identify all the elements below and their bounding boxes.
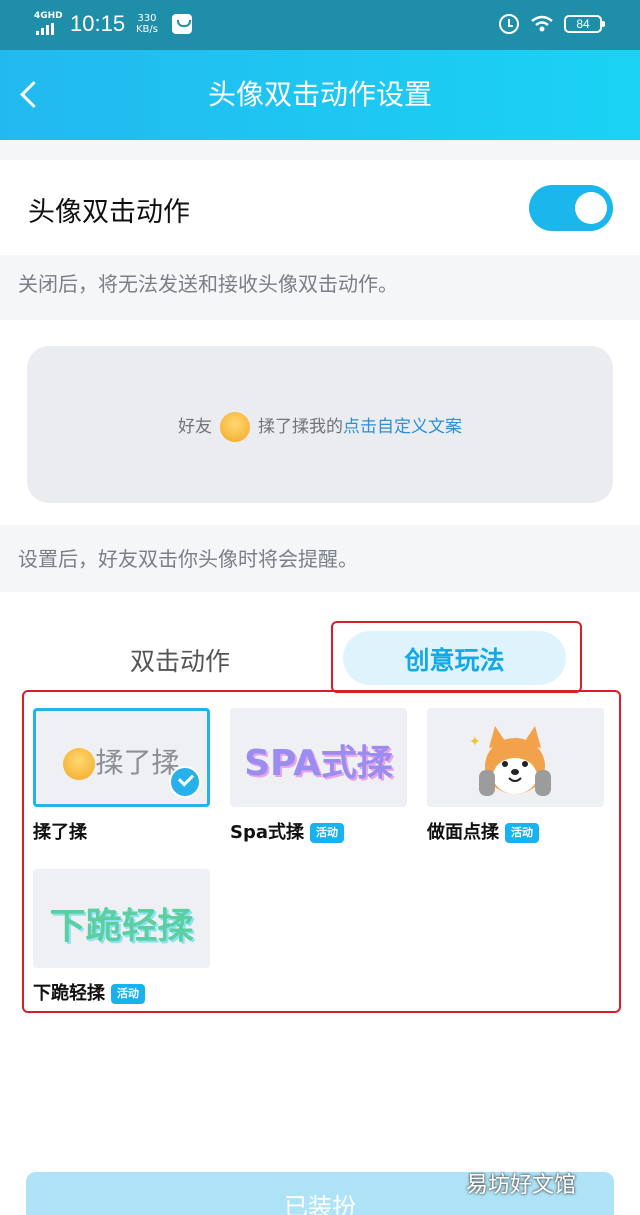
toggle-hint: 关闭后，将无法发送和接收头像双击动作。 <box>18 272 398 296</box>
action-name-text: 做面点揉 <box>427 822 499 843</box>
thumbnail-art-text: SPA式揉 <box>244 743 393 784</box>
clock: 10:15 <box>70 11 126 36</box>
art-text-value: 揉了揉 <box>95 746 180 779</box>
preview-card: 好友 揉了揉我的点击自定义文案 <box>27 346 613 503</box>
preview-friend: 好友 <box>178 417 212 437</box>
action-thumbnail: 下跪轻揉 <box>33 869 210 968</box>
action-name: Spa式揉 活动 <box>230 818 344 844</box>
speed-unit: KB/s <box>136 24 158 35</box>
custom-text-link[interactable]: 点击自定义文案 <box>343 417 462 437</box>
svg-text:✦: ✦ <box>469 734 481 750</box>
rub-emoji-icon <box>220 412 250 442</box>
thumbnail-art-text: 下跪轻揉 <box>49 906 194 947</box>
status-bar: 4GHD 10:15 330 KB/s 84 <box>0 0 640 50</box>
action-thumbnail: 揉了揉 <box>33 708 210 807</box>
tab-double-tap-actions[interactable]: 双击动作 <box>130 642 230 678</box>
watermark-text: 易坊好文馆 <box>466 1173 577 1198</box>
network-speed: 330 KB/s <box>136 13 158 35</box>
wifi-icon <box>531 15 553 32</box>
selected-check-icon <box>169 766 201 798</box>
activity-badge: 活动 <box>111 984 145 1004</box>
page-title: 头像双击动作设置 <box>207 78 432 111</box>
speed-value: 330 <box>137 13 157 24</box>
preview-line: 好友 揉了揉我的点击自定义文案 <box>27 412 613 442</box>
action-name-text: 揉了揉 <box>33 822 87 843</box>
action-name: 下跪轻揉 活动 <box>33 979 145 1005</box>
alarm-icon <box>499 14 519 34</box>
activity-badge: 活动 <box>505 823 539 843</box>
activity-badge: 活动 <box>310 823 344 843</box>
toggle-knob <box>575 192 607 224</box>
toggle-label: 头像双击动作 <box>28 197 190 228</box>
action-name: 揉了揉 <box>33 818 87 844</box>
action-name-text: Spa式揉 <box>230 822 304 843</box>
action-thumbnail: SPA式揉 <box>230 708 407 807</box>
preview-hint: 设置后，好友双击你头像时将会提醒。 <box>18 547 358 571</box>
signal-icon <box>36 23 54 35</box>
nav-bar: 头像双击动作设置 <box>0 50 640 140</box>
double-tap-toggle[interactable] <box>529 185 613 231</box>
tab-creative-play[interactable]: 创意玩法 <box>343 641 566 677</box>
shiba-dog-icon: ✦ <box>469 726 551 796</box>
shopping-bag-icon <box>172 14 192 34</box>
action-name-text: 下跪轻揉 <box>33 983 105 1004</box>
battery-icon: 84 <box>564 15 605 33</box>
action-name: 做面点揉 活动 <box>427 818 539 844</box>
network-type: 4GHD <box>34 11 63 21</box>
rub-emoji-icon <box>63 748 96 780</box>
preview-action-text: 揉了揉我的 <box>258 417 343 437</box>
section-gap <box>0 140 640 160</box>
action-thumbnail: ✦ <box>427 708 604 807</box>
